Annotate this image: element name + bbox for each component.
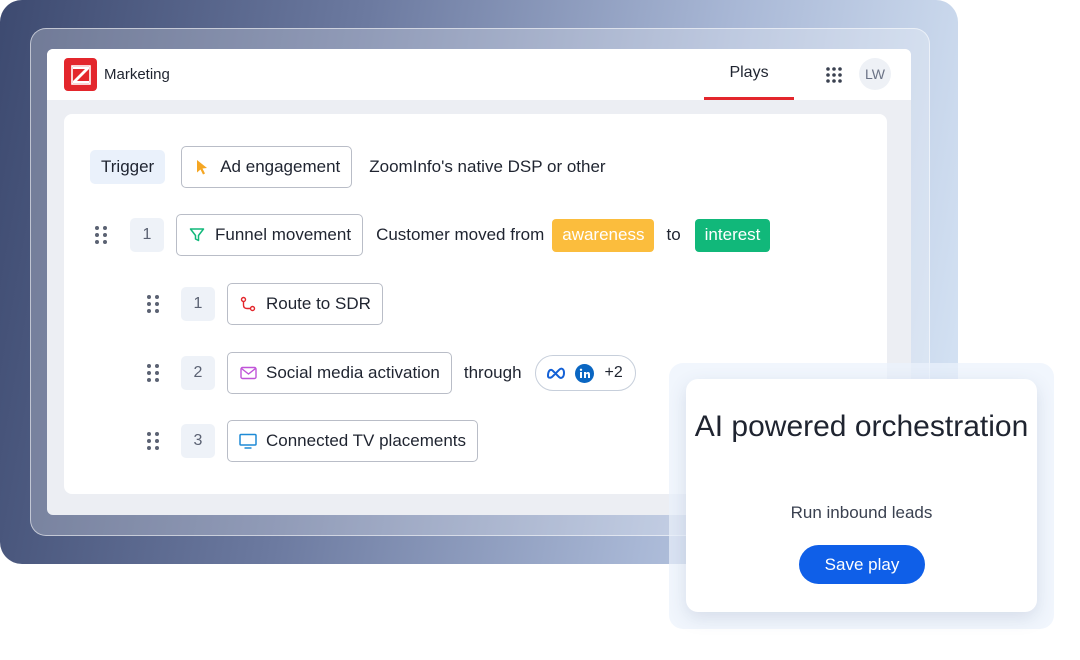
- save-play-button[interactable]: Save play: [799, 545, 925, 584]
- drag-handle-icon[interactable]: [94, 225, 108, 245]
- channels-pill[interactable]: +2: [534, 355, 636, 391]
- drag-handle-icon[interactable]: [146, 294, 160, 314]
- step-number: 1: [130, 218, 164, 252]
- step-description: Customer moved from: [376, 225, 545, 244]
- route-to-sdr-chip[interactable]: Route to SDR: [227, 283, 383, 325]
- action-row-3: 3 Connected TV placements: [146, 420, 479, 462]
- stage-connector: to: [666, 225, 681, 244]
- apps-grid-icon[interactable]: [825, 66, 843, 84]
- action-number: 2: [181, 356, 215, 390]
- cursor-icon: [193, 158, 211, 176]
- mail-icon: [239, 364, 257, 382]
- from-stage-badge[interactable]: awareness: [552, 218, 655, 252]
- connected-tv-chip[interactable]: Connected TV placements: [227, 420, 479, 462]
- funnel-icon: [188, 226, 206, 244]
- trigger-row: Trigger Ad engagement ZoomInfo's native …: [90, 146, 606, 188]
- promo-subtitle: Run inbound leads: [790, 503, 933, 522]
- promo-card: AI powered orchestration Run inbound lea…: [686, 379, 1037, 612]
- tv-icon: [239, 432, 257, 450]
- action-row-2: 2 Social media activation through +2: [146, 352, 636, 394]
- trigger-label: Trigger: [90, 150, 166, 184]
- trigger-event-chip[interactable]: Ad engagement: [181, 146, 353, 188]
- avatar[interactable]: LW: [859, 58, 891, 90]
- zoominfo-logo[interactable]: [64, 58, 97, 91]
- drag-handle-icon[interactable]: [146, 431, 160, 451]
- action-number: 1: [181, 287, 215, 321]
- trigger-description: ZoomInfo's native DSP or other: [369, 157, 606, 176]
- action-row-1: 1 Route to SDR: [146, 283, 383, 325]
- step-event-chip[interactable]: Funnel movement: [176, 214, 364, 256]
- app-name: Marketing: [104, 66, 170, 83]
- to-stage-badge[interactable]: interest: [694, 218, 771, 252]
- channels-more-count: +2: [604, 364, 623, 381]
- step-row: 1 Funnel movement Customer moved from aw…: [94, 214, 771, 256]
- drag-handle-icon[interactable]: [146, 363, 160, 383]
- top-bar: Marketing Plays LW: [47, 49, 911, 100]
- promo-title: AI powered orchestration: [694, 410, 1029, 443]
- through-label: through: [463, 363, 522, 382]
- linkedin-icon: [574, 363, 594, 383]
- social-media-chip[interactable]: Social media activation: [227, 352, 452, 394]
- tab-plays[interactable]: Plays: [704, 49, 794, 100]
- action-number: 3: [181, 424, 215, 458]
- meta-icon: [546, 367, 566, 379]
- route-icon: [239, 295, 257, 313]
